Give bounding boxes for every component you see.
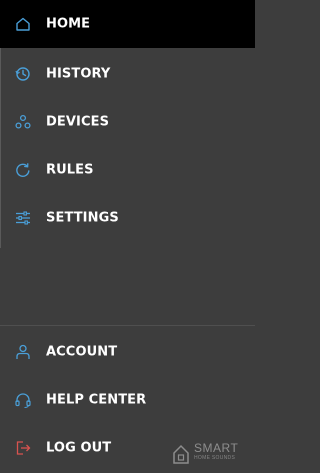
- menu-item-help-center[interactable]: HELP CENTER: [0, 376, 255, 424]
- menu-item-history[interactable]: HISTORY: [0, 50, 255, 98]
- menu-item-label: HISTORY: [46, 66, 111, 82]
- menu-item-home[interactable]: HOME: [0, 0, 255, 48]
- smart-home-sounds-watermark: SMART HOME SOUNDS: [172, 441, 254, 467]
- menu-item-devices[interactable]: DEVICES: [0, 98, 255, 146]
- menu-item-account[interactable]: ACCOUNT: [0, 328, 255, 376]
- history-icon: [15, 67, 30, 81]
- menu-item-label: SETTINGS: [46, 210, 119, 226]
- menu-item-label: RULES: [46, 162, 94, 178]
- devices-icon: [15, 114, 31, 129]
- home-icon: [16, 17, 30, 31]
- menu-item-label: ACCOUNT: [46, 344, 118, 360]
- watermark-line1: SMART: [194, 441, 239, 455]
- watermark-house-icon: [173, 444, 189, 464]
- help-center-icon: [15, 393, 31, 409]
- menu-divider: [0, 325, 255, 326]
- watermark-line2: HOME SOUNDS: [194, 455, 236, 461]
- menu-item-label: HELP CENTER: [46, 392, 147, 408]
- menu-item-label: HOME: [46, 16, 91, 32]
- menu-item-label: DEVICES: [46, 114, 110, 130]
- menu-item-settings[interactable]: SETTINGS: [0, 194, 255, 242]
- menu-item-label: LOG OUT: [46, 440, 112, 456]
- menu-item-rules[interactable]: RULES: [0, 146, 255, 194]
- account-icon: [16, 344, 30, 359]
- side-menu: HOME HISTORY DEVICES RULES SETTINGS ACCO…: [0, 0, 255, 473]
- settings-icon: [16, 211, 30, 225]
- logout-icon: [16, 441, 31, 455]
- rules-icon: [16, 163, 30, 177]
